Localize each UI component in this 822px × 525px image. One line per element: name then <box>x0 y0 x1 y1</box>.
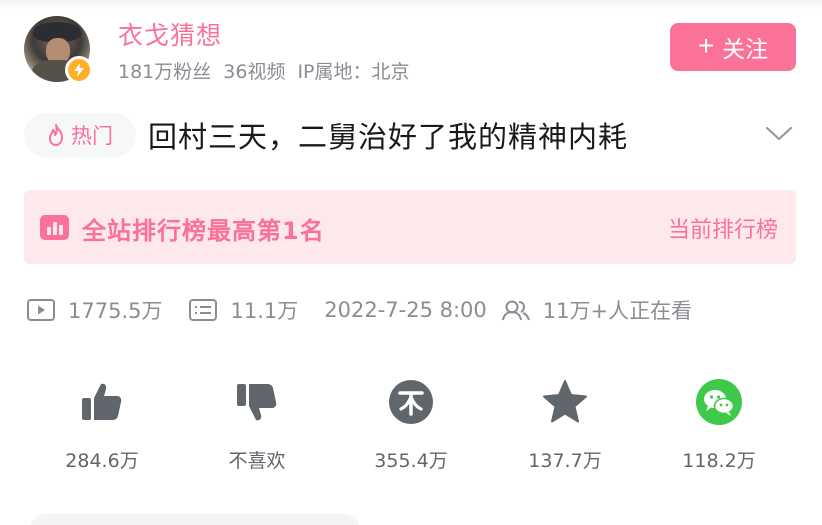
publish-date-value: 2022-7-25 8:00 <box>324 298 487 322</box>
video-meta: 1775.5万 11.1万 2022-7-25 8:00 11万+人正在看 <box>26 292 692 328</box>
current-rank-link[interactable]: 当前排行榜 <box>668 212 778 244</box>
top-edge <box>0 0 822 10</box>
ip-location: IP属地：北京 <box>297 61 410 83</box>
uploader-name[interactable]: 衣戈猜想 <box>118 16 222 52</box>
rank-banner[interactable]: 全站排行榜最高第1名 当前排行榜 <box>24 190 796 264</box>
thumb-down-icon <box>237 384 277 421</box>
like-button[interactable]: 284.6万 <box>42 378 162 473</box>
view-count: 1775.5万 <box>26 295 162 325</box>
share-count: 118.2万 <box>682 450 756 472</box>
follow-label: 关注 <box>722 36 769 62</box>
chevron-down-icon[interactable] <box>764 124 794 144</box>
bottom-pill[interactable] <box>30 514 360 525</box>
wechat-icon <box>696 379 742 425</box>
uploader-stats: 181万粉丝 36视频 IP属地：北京 <box>118 57 422 84</box>
like-count: 284.6万 <box>65 450 139 472</box>
hot-badge-label: 热门 <box>71 124 113 148</box>
thumb-up-icon <box>82 383 122 420</box>
coin-icon <box>389 380 433 424</box>
favorite-button[interactable]: 137.7万 <box>505 378 625 473</box>
follow-button[interactable]: + 关注 <box>670 23 796 71</box>
plus-icon: + <box>697 29 715 61</box>
watching-count: 11万+人正在看 <box>501 295 692 325</box>
video-title: 回村三天，二舅治好了我的精神内耗 <box>148 120 629 154</box>
favorite-count: 137.7万 <box>528 450 602 472</box>
view-count-value: 1775.5万 <box>68 299 163 323</box>
watching-count-value: 11万+人正在看 <box>542 299 693 323</box>
rank-bar-icon <box>40 215 69 240</box>
hot-badge[interactable]: 热门 <box>24 113 136 157</box>
publish-date: 2022-7-25 8:00 <box>324 298 487 322</box>
play-icon <box>27 299 55 321</box>
verified-bolt-icon <box>65 56 93 84</box>
follower-count: 181万粉丝 <box>118 61 212 83</box>
dislike-label: 不喜欢 <box>228 450 286 472</box>
danmaku-count-value: 11.1万 <box>230 299 299 323</box>
flame-icon <box>49 124 63 146</box>
rank-text: 全站排行榜最高第1名 <box>82 217 325 245</box>
watching-icon <box>501 300 530 321</box>
danmaku-icon <box>189 299 218 321</box>
dislike-button[interactable]: 不喜欢 <box>197 378 317 473</box>
coin-count: 355.4万 <box>374 450 448 472</box>
video-count: 36视频 <box>223 61 286 83</box>
share-button[interactable]: 118.2万 <box>659 378 779 473</box>
coin-button[interactable]: 355.4万 <box>351 378 471 473</box>
danmaku-count: 11.1万 <box>188 295 298 325</box>
star-icon <box>543 380 587 423</box>
